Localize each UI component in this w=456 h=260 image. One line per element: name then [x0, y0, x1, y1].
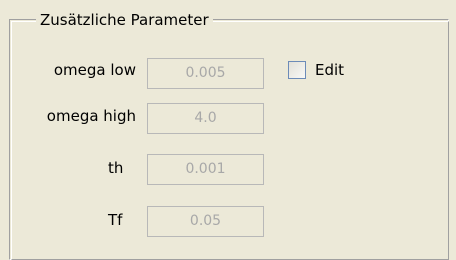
- omega-low-input[interactable]: 0.005: [147, 58, 264, 89]
- tf-label-text: Tf: [108, 211, 123, 229]
- edit-checkbox[interactable]: [288, 61, 306, 79]
- omega-low-label: omega low: [53, 61, 136, 79]
- edit-label[interactable]: Edit: [315, 58, 344, 82]
- th-input[interactable]: 0.001: [147, 154, 264, 185]
- omega-high-label: omega high: [46, 107, 136, 125]
- omega-high-input[interactable]: 4.0: [147, 103, 264, 134]
- th-label-text: th: [108, 159, 124, 177]
- tf-input[interactable]: 0.05: [147, 206, 264, 237]
- parameter-panel: Zusätzliche Parameter omega low 0.005 om…: [0, 0, 456, 260]
- group-title: Zusätzliche Parameter: [36, 10, 213, 30]
